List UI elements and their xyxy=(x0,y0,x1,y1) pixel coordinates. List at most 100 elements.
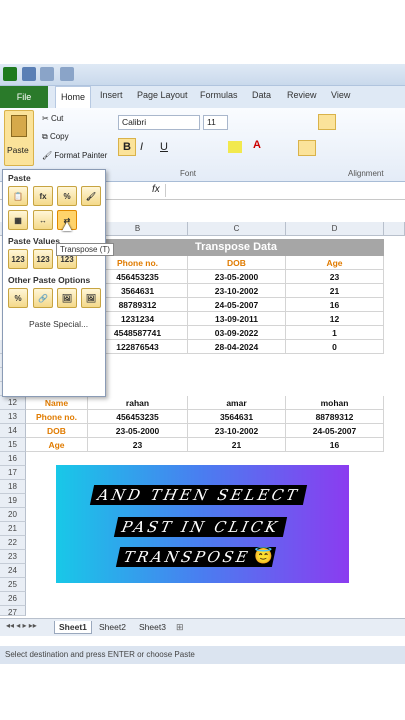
cell-b12[interactable]: rahan xyxy=(88,396,188,410)
cell-a13[interactable]: Phone no. xyxy=(26,410,88,424)
row-header-22[interactable]: 22 xyxy=(0,536,26,550)
row-header-24[interactable]: 24 xyxy=(0,564,26,578)
row-header-27[interactable]: 27 xyxy=(0,606,26,617)
row-header-16[interactable]: 16 xyxy=(0,452,26,466)
cell-a12[interactable]: Name xyxy=(26,396,88,410)
cell-b14[interactable]: 23-05-2000 xyxy=(88,424,188,438)
cell-d7[interactable]: 1 xyxy=(286,326,384,340)
tab-view[interactable]: View xyxy=(331,90,350,100)
cell-d5[interactable]: 16 xyxy=(286,298,384,312)
cell-c3[interactable]: 23-05-2000 xyxy=(188,270,286,284)
row-header-25[interactable]: 25 xyxy=(0,578,26,592)
linked-picture-icon[interactable]: 🖼 xyxy=(81,288,101,308)
format-painter-label: Format Painter xyxy=(54,151,108,160)
row-header-14[interactable]: 14 xyxy=(0,424,26,438)
cell-d14[interactable]: 24-05-2007 xyxy=(286,424,384,438)
font-name-select[interactable]: Calibri xyxy=(118,115,200,130)
undo-icon[interactable] xyxy=(40,67,54,81)
font-group-label: Font xyxy=(180,169,197,178)
column-header-e[interactable] xyxy=(384,222,405,236)
cell-a15[interactable]: Age xyxy=(26,438,88,452)
middle-align-icon[interactable] xyxy=(318,114,336,130)
cell-c5[interactable]: 24-05-2007 xyxy=(188,298,286,312)
clipboard-icon xyxy=(11,115,27,137)
tab-formulas[interactable]: Formulas xyxy=(200,90,238,100)
tab-insert[interactable]: Insert xyxy=(100,90,123,100)
cell-c15[interactable]: 21 xyxy=(188,438,286,452)
font-size-select[interactable]: 11 xyxy=(203,115,228,130)
paste-special-item[interactable]: Paste Special... xyxy=(29,319,88,329)
cell-d4[interactable]: 21 xyxy=(286,284,384,298)
cell-d13[interactable]: 88789312 xyxy=(286,410,384,424)
column-header-d[interactable]: D xyxy=(286,222,384,236)
paste-icon[interactable]: 📋 xyxy=(8,186,28,206)
font-color-icon[interactable]: A xyxy=(253,139,261,151)
sheet-nav-arrows-icon[interactable]: ◂◂ ◂ ▸ ▸▸ xyxy=(6,621,37,630)
cell-d3[interactable]: 23 xyxy=(286,270,384,284)
row-header-19[interactable]: 19 xyxy=(0,494,26,508)
formatting-icon[interactable]: % xyxy=(8,288,28,308)
sheet-tab-sheet3[interactable]: Sheet3 xyxy=(135,621,170,633)
row-header-12[interactable]: 12 xyxy=(0,396,26,410)
cell-d15[interactable]: 16 xyxy=(286,438,384,452)
header-dob[interactable]: DOB xyxy=(188,256,286,270)
row-header-23[interactable]: 23 xyxy=(0,550,26,564)
picture-icon[interactable]: 🖼 xyxy=(57,288,77,308)
row-header-15[interactable]: 15 xyxy=(0,438,26,452)
center-align-icon[interactable] xyxy=(298,140,316,156)
underline-button[interactable]: U xyxy=(160,141,168,153)
row-header-18[interactable]: 18 xyxy=(0,480,26,494)
cell-c6[interactable]: 13-09-2011 xyxy=(188,312,286,326)
new-sheet-icon[interactable]: ⊞ xyxy=(176,622,184,633)
paste-button[interactable]: Paste xyxy=(4,110,34,166)
column-header-c[interactable]: C xyxy=(188,222,286,236)
row-header-13[interactable]: 13 xyxy=(0,410,26,424)
cell-d8[interactable]: 0 xyxy=(286,340,384,354)
tab-home[interactable]: Home xyxy=(55,86,91,108)
cell-c14[interactable]: 23-10-2002 xyxy=(188,424,286,438)
tab-review[interactable]: Review xyxy=(287,90,317,100)
tab-page-layout[interactable]: Page Layout xyxy=(137,90,188,100)
bold-button[interactable]: B xyxy=(118,138,136,156)
cell-d12[interactable]: mohan xyxy=(286,396,384,410)
cell-c7[interactable]: 03-09-2022 xyxy=(188,326,286,340)
row-header-26[interactable]: 26 xyxy=(0,592,26,606)
keep-column-widths-icon[interactable]: ↔ xyxy=(33,210,53,230)
cut-button[interactable]: ✂ Cut xyxy=(42,114,63,123)
overlay-line-1: AND THEN SELECT xyxy=(89,485,308,505)
format-painter-button[interactable]: 🖌 Format Painter xyxy=(42,151,107,160)
redo-icon[interactable] xyxy=(60,67,74,81)
tab-data[interactable]: Data xyxy=(252,90,271,100)
sheet-tab-sheet2[interactable]: Sheet2 xyxy=(95,621,130,633)
row-header-21[interactable]: 21 xyxy=(0,522,26,536)
cell-c13[interactable]: 3564631 xyxy=(188,410,286,424)
values-number-format-icon[interactable]: 123 xyxy=(33,249,53,269)
paste-formulas-number-format-icon[interactable]: % xyxy=(57,186,77,206)
cell-b13[interactable]: 456453235 xyxy=(88,410,188,424)
row-header-20[interactable]: 20 xyxy=(0,508,26,522)
paste-section-label: Paste xyxy=(8,173,31,183)
cell-d6[interactable]: 12 xyxy=(286,312,384,326)
italic-button[interactable]: I xyxy=(140,141,143,153)
no-borders-icon[interactable]: ▦ xyxy=(8,210,28,230)
keep-source-formatting-icon[interactable]: 🖌 xyxy=(81,186,101,206)
sheet-tab-sheet1[interactable]: Sheet1 xyxy=(54,621,92,634)
paste-formulas-icon[interactable]: fx xyxy=(33,186,53,206)
cell-b15[interactable]: 23 xyxy=(88,438,188,452)
fx-icon[interactable]: fx xyxy=(152,184,160,195)
fill-color-icon[interactable] xyxy=(228,141,242,153)
cell-c4[interactable]: 23-10-2002 xyxy=(188,284,286,298)
paste-values-section-label: Paste Values xyxy=(8,236,60,246)
values-icon[interactable]: 123 xyxy=(8,249,28,269)
save-icon[interactable] xyxy=(22,67,36,81)
tab-file[interactable]: File xyxy=(0,86,48,108)
cell-c12[interactable]: amar xyxy=(188,396,286,410)
formula-input[interactable] xyxy=(165,184,403,197)
cell-c8[interactable]: 28-04-2024 xyxy=(188,340,286,354)
paste-link-icon[interactable]: 🔗 xyxy=(33,288,53,308)
cell-a14[interactable]: DOB xyxy=(26,424,88,438)
copy-button[interactable]: ⧉ Copy xyxy=(42,132,69,142)
row-header-17[interactable]: 17 xyxy=(0,466,26,480)
header-age[interactable]: Age xyxy=(286,256,384,270)
mouse-cursor-icon xyxy=(62,222,72,231)
